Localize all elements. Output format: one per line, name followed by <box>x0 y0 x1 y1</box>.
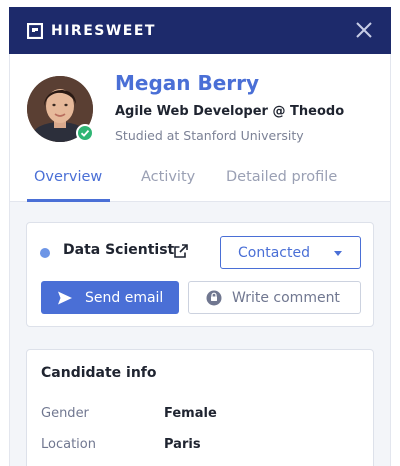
app-header: HIRESWEET <box>9 7 391 54</box>
tab-activity[interactable]: Activity <box>141 169 195 185</box>
tab-overview[interactable]: Overview <box>34 169 102 185</box>
info-value-location: Paris <box>164 437 201 452</box>
check-icon <box>80 129 90 137</box>
close-icon[interactable] <box>353 19 375 41</box>
job-card: Data Scientist Contacted Send email Writ… <box>26 222 374 327</box>
write-comment-label: Write comment <box>232 289 340 306</box>
status-dropdown[interactable]: Contacted <box>220 236 361 269</box>
job-status-dot <box>40 248 50 258</box>
status-value: Contacted <box>238 244 310 261</box>
external-link-icon[interactable] <box>173 243 189 259</box>
write-comment-button[interactable]: Write comment <box>188 281 361 314</box>
brand-logo: HIRESWEET <box>27 22 156 39</box>
candidate-name: Megan Berry <box>115 71 260 95</box>
verified-badge <box>76 124 94 142</box>
chevron-down-icon <box>334 251 342 256</box>
tab-detailed-profile[interactable]: Detailed profile <box>226 169 337 185</box>
brand-name: HIRESWEET <box>51 22 156 39</box>
candidate-headline: Agile Web Developer @ Theodo <box>115 104 345 119</box>
job-title: Data Scientist <box>63 242 175 258</box>
candidate-education: Studied at Stanford University <box>115 128 304 143</box>
info-label-gender: Gender <box>41 406 89 421</box>
send-email-button[interactable]: Send email <box>41 281 179 314</box>
comment-icon <box>206 290 222 305</box>
send-icon <box>58 291 72 304</box>
profile-tabs: Overview Activity Detailed profile <box>10 167 390 202</box>
candidate-info-title: Candidate info <box>41 365 157 381</box>
profile-panel: Megan Berry Agile Web Developer @ Theodo… <box>9 54 391 466</box>
hiresweet-logo-icon <box>27 22 43 39</box>
send-email-label: Send email <box>85 289 164 306</box>
overview-content: Data Scientist Contacted Send email Writ… <box>10 202 390 466</box>
info-label-location: Location <box>41 437 96 452</box>
info-value-gender: Female <box>164 406 217 421</box>
candidate-info-card: Candidate info Gender Female Location Pa… <box>26 349 374 466</box>
